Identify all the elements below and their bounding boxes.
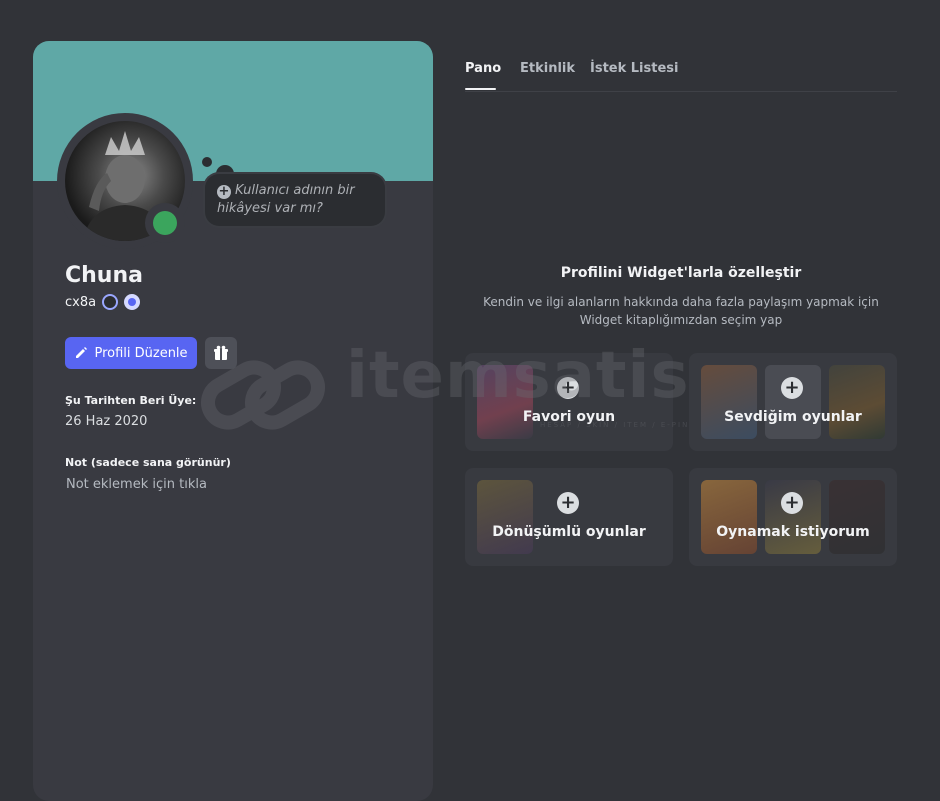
active-tab-indicator — [465, 88, 496, 90]
add-icon: + — [781, 377, 803, 399]
widget-label: Favori oyun — [522, 409, 616, 425]
edit-profile-label: Profili Düzenle — [94, 345, 188, 361]
username-row: cx8a — [65, 294, 141, 310]
widgets-title: Profilini Widget'larla özelleştir — [560, 265, 802, 281]
status-indicator — [145, 203, 185, 243]
profile-card: + Kullanıcı adının bir hikâyesi var mı? C… — [33, 41, 433, 801]
widget-favorite-game[interactable]: + Favori oyun — [465, 353, 673, 451]
widget-rotating-games[interactable]: + Dönüşümlü oyunlar — [465, 468, 673, 566]
game-cover — [829, 365, 885, 439]
add-icon: + — [781, 492, 803, 514]
widgets-description: Kendin ve ilgi alanların hakkında daha f… — [465, 293, 897, 329]
username: cx8a — [65, 294, 97, 310]
member-since-value: 26 Haz 2020 — [65, 414, 148, 429]
game-cover — [477, 365, 533, 439]
story-prompt-bubble[interactable]: + Kullanıcı adının bir hikâyesi var mı? — [205, 174, 385, 226]
display-name: Chuna — [65, 263, 143, 288]
tab-pano[interactable]: Pano — [465, 61, 501, 76]
widget-liked-games[interactable]: + Sevdiğim oyunlar — [689, 353, 897, 451]
thought-bubble-dot — [202, 157, 212, 167]
tab-etkinlik[interactable]: Etkinlik — [520, 61, 575, 76]
story-prompt-text: Kullanıcı adının bir hikâyesi var mı? — [217, 183, 355, 216]
widgets-description-text: Kendin ve ilgi alanların hakkında daha f… — [483, 295, 879, 327]
gift-button[interactable] — [205, 337, 237, 369]
add-icon: + — [557, 377, 579, 399]
widget-label: Sevdiğim oyunlar — [724, 409, 862, 425]
plus-icon: + — [217, 184, 231, 199]
game-cover — [829, 480, 885, 554]
nitro-badge-icon[interactable] — [102, 294, 119, 310]
game-cover — [701, 365, 757, 439]
online-status-icon — [153, 211, 177, 235]
edit-profile-button[interactable]: Profili Düzenle — [65, 337, 197, 369]
note-label: Not (sadece sana görünür) — [65, 456, 231, 469]
note-input[interactable]: Not eklemek için tıkla — [66, 477, 207, 492]
tab-istek-listesi[interactable]: İstek Listesi — [590, 61, 678, 76]
pencil-icon — [76, 347, 88, 358]
widget-label: Oynamak istiyorum — [716, 524, 870, 540]
gift-icon — [214, 345, 228, 360]
widget-label: Dönüşümlü oyunlar — [492, 524, 646, 540]
add-icon: + — [557, 492, 579, 514]
member-since-label: Şu Tarihten Beri Üye: — [65, 394, 197, 407]
game-cover — [477, 480, 533, 554]
game-cover — [701, 480, 757, 554]
profile-tabs: Pano Etkinlik İstek Listesi — [465, 58, 897, 92]
boost-badge-icon[interactable] — [124, 294, 141, 310]
widget-want-to-play[interactable]: + Oynamak istiyorum — [689, 468, 897, 566]
